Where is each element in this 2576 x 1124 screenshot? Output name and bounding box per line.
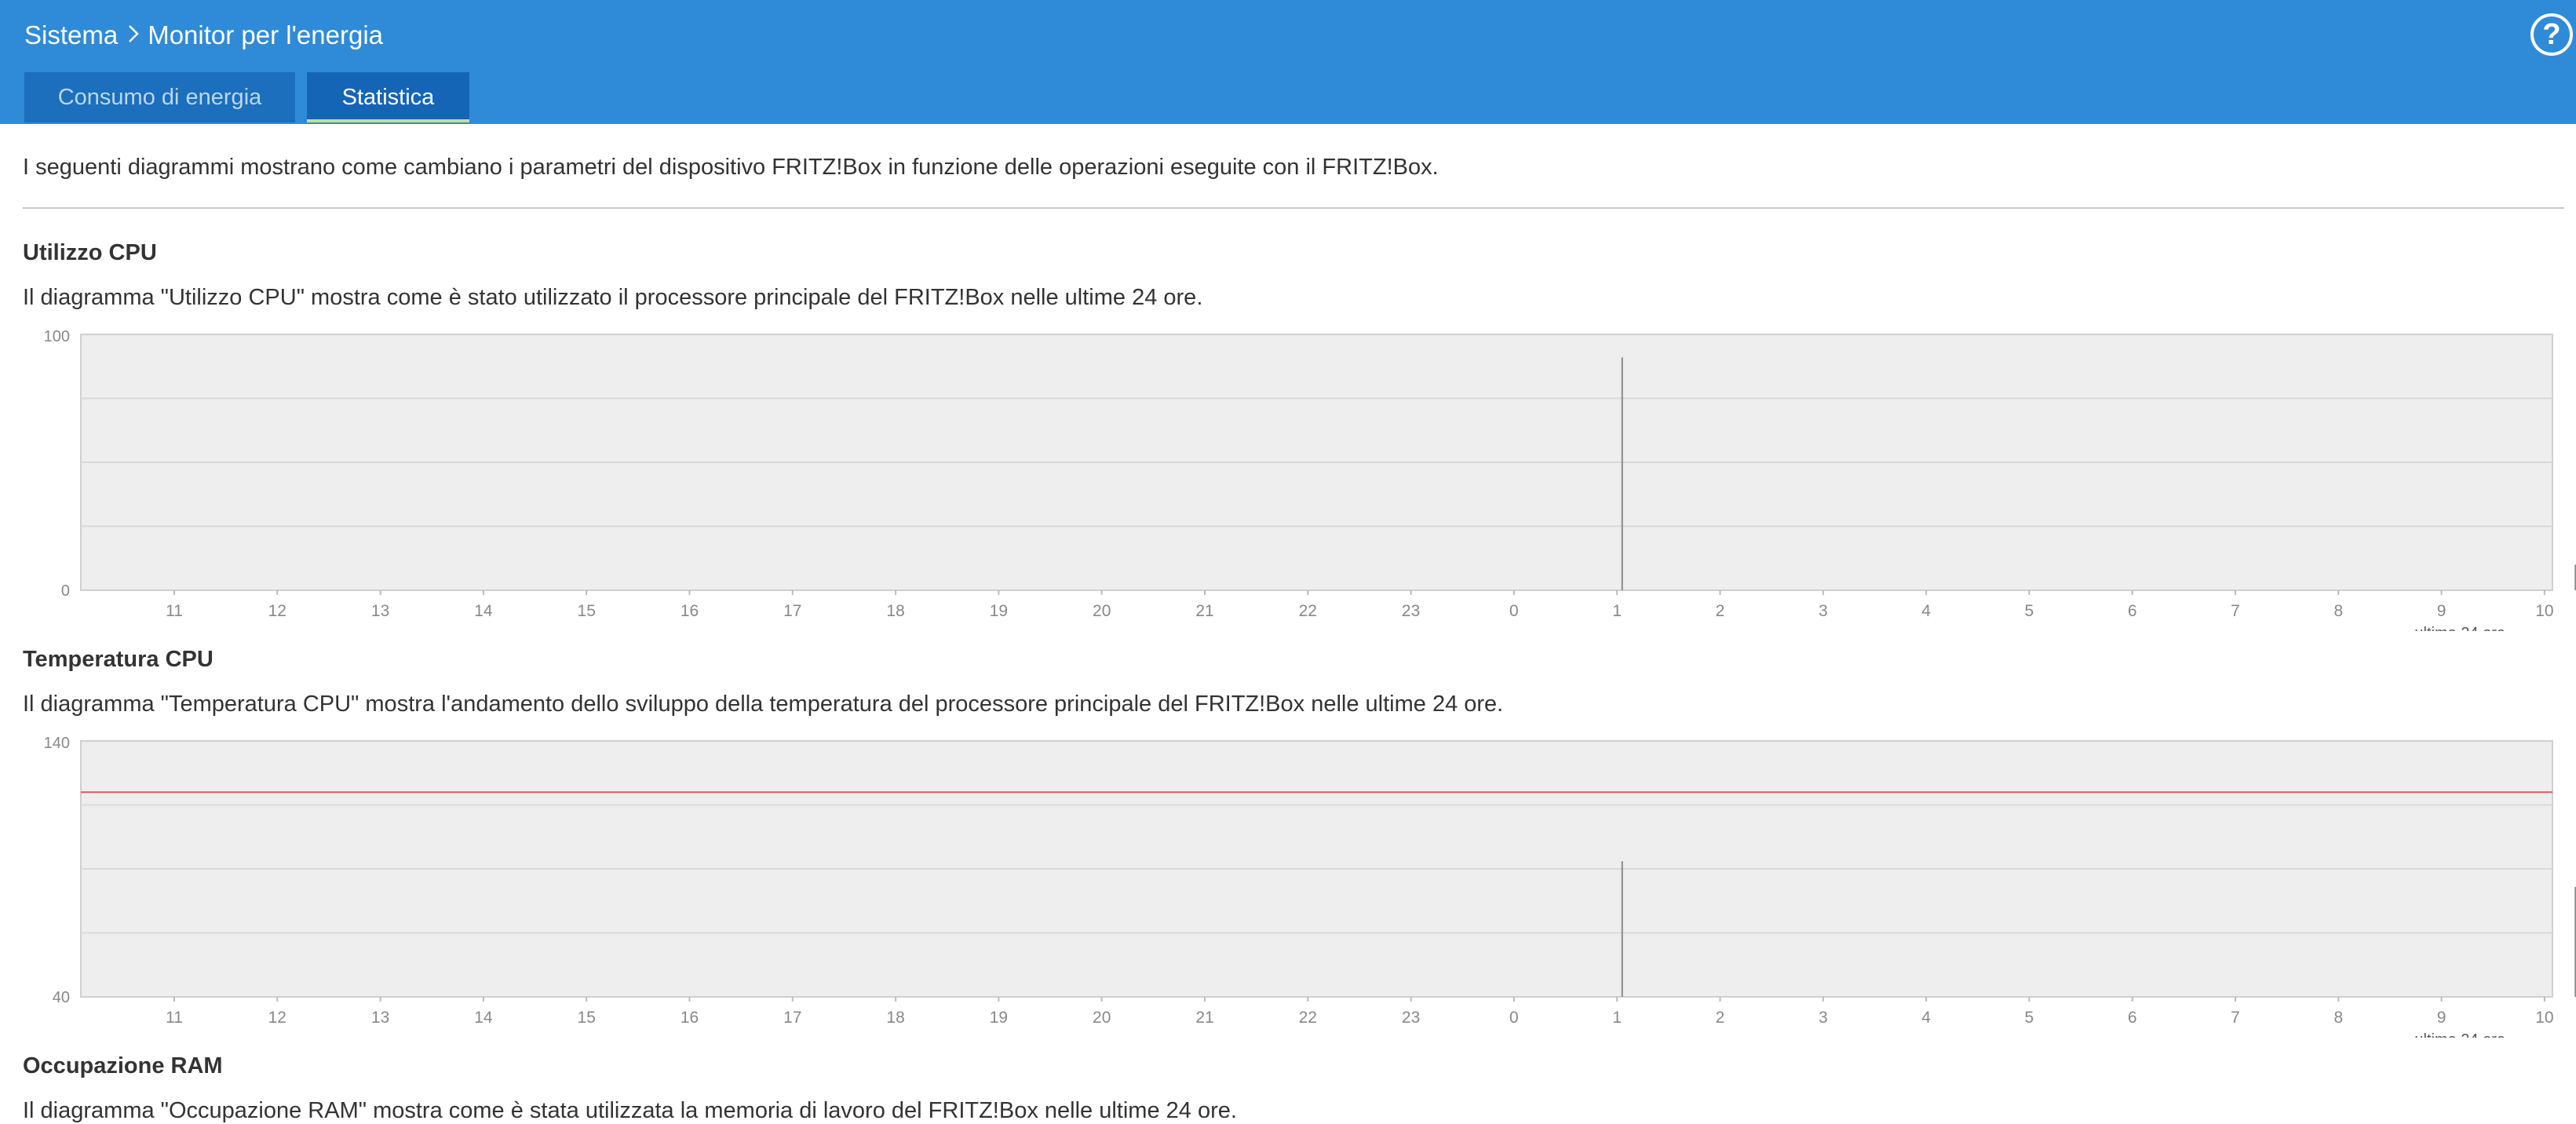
x-tick-label: 5 (2025, 1009, 2034, 1027)
help-button[interactable]: ? (2530, 13, 2573, 56)
x-tick-label: 21 (1195, 1009, 1213, 1027)
x-tick-label: 15 (578, 602, 596, 620)
y-tick-label: 0 (61, 582, 70, 600)
x-tick-label: 23 (1402, 1009, 1420, 1027)
x-tick-label: 13 (371, 602, 389, 620)
x-tick-label: 2 (1716, 1009, 1725, 1027)
intro-text: I seguenti diagrammi mostrano come cambi… (23, 155, 1439, 180)
x-tick-label: 4 (1921, 1009, 1931, 1027)
section-title-cpu-temperature: Temperatura CPU (23, 647, 213, 672)
x-tick-label: 3 (1819, 602, 1828, 620)
x-tick-label: 17 (783, 602, 801, 620)
x-tick-label: 12 (268, 602, 286, 620)
divider (23, 207, 2564, 209)
x-tick-label: 20 (1093, 1009, 1111, 1027)
x-tick-label: 20 (1093, 602, 1111, 620)
x-tick-label: 11 (166, 1009, 183, 1027)
x-tick-label: 10 (2535, 602, 2553, 620)
y-tick-label: 140 (44, 735, 70, 752)
x-tick-label: 5 (2025, 602, 2034, 620)
x-tick-label: 8 (2333, 602, 2343, 620)
x-tick-label: 1 (1612, 602, 1622, 620)
y-tick-label: 40 (53, 989, 70, 1006)
section-description-cpu-temperature: Il diagramma "Temperatura CPU" mostra l'… (23, 692, 1504, 717)
x-tick-label: 22 (1299, 602, 1317, 620)
x-tick-label: 19 (990, 602, 1008, 620)
x-tick-label: 8 (2333, 1009, 2343, 1027)
x-axis-caption: ultime 24 ore (2414, 1031, 2505, 1038)
x-tick-label: 18 (886, 1009, 904, 1027)
x-tick-label: 14 (474, 602, 493, 620)
y-tick-label: 100 (44, 328, 70, 345)
x-tick-label: 21 (1195, 602, 1213, 620)
x-tick-label: 6 (2128, 1009, 2137, 1027)
section-description-ram-usage: Il diagramma "Occupazione RAM" mostra co… (23, 1098, 1237, 1123)
x-tick-label: 11 (166, 602, 183, 620)
x-tick-label: 22 (1299, 1009, 1317, 1027)
cpu-temperature-chart: 140 40 11 12 13 14 15 16 17 18 19 20 21 22 23 0 1 2 3 4 5 6 7 8… (0, 732, 2576, 1038)
x-tick-label: 7 (2231, 602, 2240, 620)
tab-consumo-di-energia[interactable]: Consumo di energia (24, 72, 295, 122)
x-axis-caption: ultime 24 ore (2414, 625, 2505, 631)
x-tick-label: 0 (1509, 602, 1519, 620)
x-tick-label: 3 (1819, 1009, 1828, 1027)
cpu-usage-chart: 100 0 11 12 13 14 15 16 17 18 19 20 21 22 23 0 1 2 3 4 5 6 7 8 9… (0, 325, 2576, 631)
breadcrumb: Sistema Monitor per l'energia (24, 20, 383, 50)
chevron-right-icon (127, 20, 140, 50)
x-tick-label: 14 (474, 1009, 493, 1027)
tab-label: Statistica (341, 84, 435, 110)
x-tick-label: 9 (2437, 1009, 2446, 1027)
breadcrumb-root[interactable]: Sistema (24, 20, 118, 50)
chart-svg: 1404011 12 13 14 15 16 17 18 19 20 21 22 23 0 1 2 3 4 5 6 7 8… (44, 735, 2576, 1038)
x-tick-label: 4 (1921, 602, 1931, 620)
x-tick-label: 23 (1402, 602, 1420, 620)
x-tick-label: 0 (1509, 1009, 1519, 1027)
section-description-cpu-usage: Il diagramma "Utilizzo CPU" mostra come … (23, 285, 1203, 310)
x-tick-label: 16 (680, 602, 699, 620)
breadcrumb-current-page: Monitor per l'energia (148, 20, 384, 49)
chart-svg: 100011 12 13 14 15 16 17 18 19 20 21 22 23 0 1 2 3 4 5 6 7 8 9… (44, 328, 2576, 631)
x-tick-label: 6 (2128, 602, 2137, 620)
x-tick-label: 19 (990, 1009, 1008, 1027)
x-tick-label: 15 (578, 1009, 596, 1027)
x-tick-label: 12 (268, 1009, 286, 1027)
help-icon: ? (2542, 17, 2561, 51)
x-tick-label: 10 (2535, 1009, 2553, 1027)
x-tick-label: 16 (680, 1009, 699, 1027)
x-tick-label: 2 (1716, 602, 1725, 620)
x-tick-label: 17 (783, 1009, 801, 1027)
section-title-cpu-usage: Utilizzo CPU (23, 240, 157, 265)
tab-label: Consumo di energia (57, 84, 262, 110)
x-tick-label: 18 (886, 602, 904, 620)
x-tick-label: 1 (1612, 1009, 1622, 1027)
tab-statistica[interactable]: Statistica (307, 72, 469, 122)
x-tick-label: 9 (2437, 602, 2446, 620)
top-header: Sistema Monitor per l'energia ? Consumo … (0, 0, 2576, 124)
x-tick-label: 7 (2231, 1009, 2240, 1027)
section-title-ram-usage: Occupazione RAM (23, 1053, 223, 1078)
x-tick-label: 13 (371, 1009, 389, 1027)
